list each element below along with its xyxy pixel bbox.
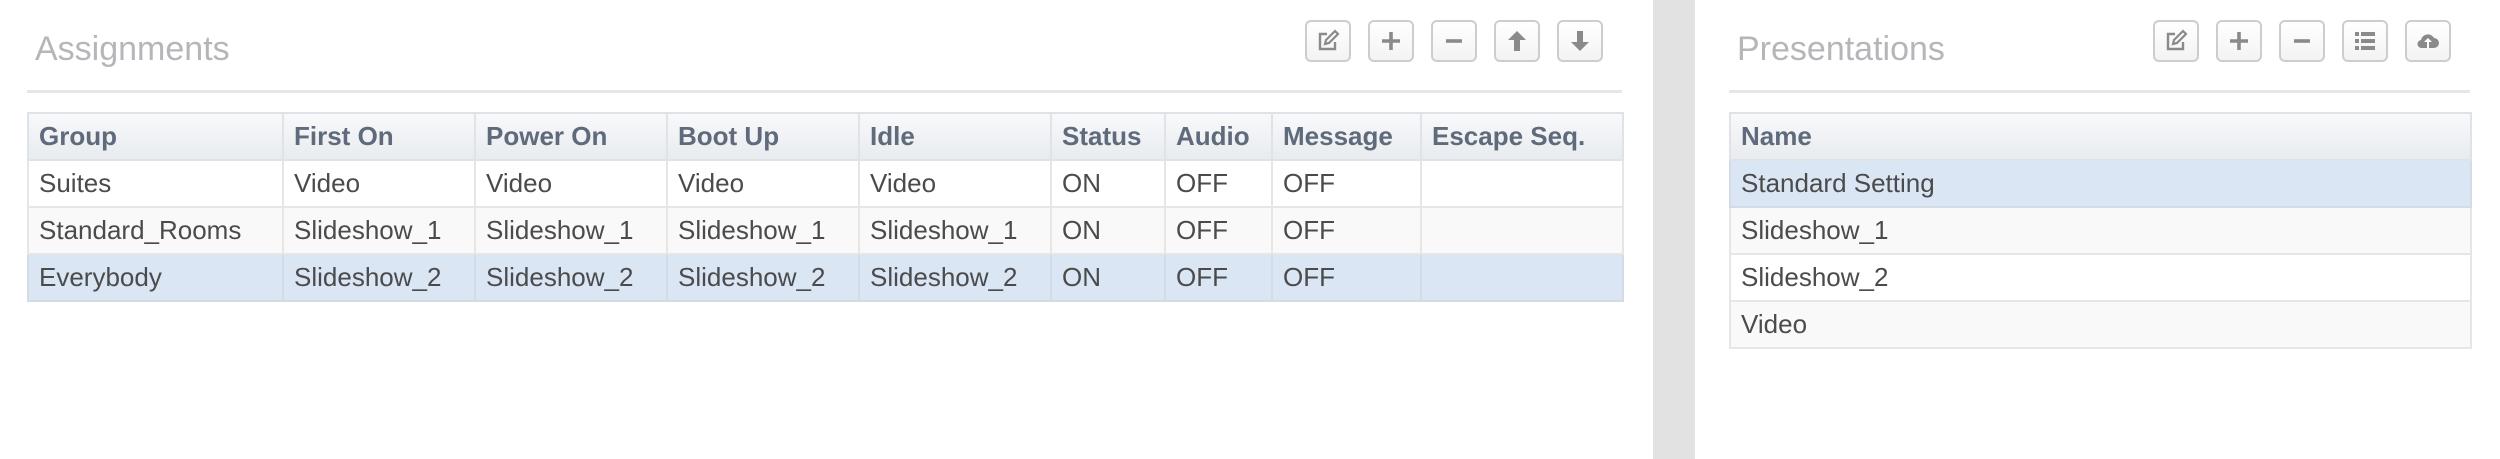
table-cell: Video xyxy=(858,159,1052,208)
plus-icon xyxy=(2230,32,2248,50)
table-cell: OFF xyxy=(1271,206,1422,255)
column-header-name[interactable]: Name xyxy=(1729,112,2472,161)
assignments-panel: Assignments Group First On Power On Boot… xyxy=(27,0,1624,302)
app-root: Assignments Group First On Power On Boot… xyxy=(0,0,2500,459)
table-cell: Standard_Rooms xyxy=(27,206,284,255)
column-header-status[interactable]: Status xyxy=(1050,112,1166,161)
cloud-upload-icon xyxy=(2417,34,2439,49)
assignments-title: Assignments xyxy=(35,30,230,68)
table-cell: Video xyxy=(1729,300,2472,349)
minus-icon xyxy=(1446,39,1462,43)
edit-icon xyxy=(2166,29,2188,51)
table-cell: Slideshow_1 xyxy=(474,206,668,255)
presentations-add-button[interactable] xyxy=(2216,20,2262,62)
presentations-list-button[interactable] xyxy=(2342,20,2388,62)
table-cell xyxy=(1420,206,1624,255)
assignments-remove-button[interactable] xyxy=(1431,20,1477,62)
presentations-header-row: Name xyxy=(1729,112,2472,161)
table-cell: OFF xyxy=(1164,253,1273,302)
column-header-audio[interactable]: Audio xyxy=(1164,112,1273,161)
table-cell: ON xyxy=(1050,253,1166,302)
presentations-edit-button[interactable] xyxy=(2153,20,2199,62)
assignments-header: Assignments xyxy=(27,0,1622,93)
table-cell: OFF xyxy=(1164,159,1273,208)
table-row[interactable]: Suites Video Video Video Video ON OFF OF… xyxy=(27,159,1624,208)
list-icon xyxy=(2355,32,2375,50)
table-cell: Slideshow_1 xyxy=(666,206,860,255)
table-cell: Slideshow_2 xyxy=(858,253,1052,302)
table-cell xyxy=(1420,159,1624,208)
table-cell: Video xyxy=(282,159,476,208)
table-cell: Slideshow_1 xyxy=(1729,206,2472,255)
list-item[interactable]: Slideshow_2 xyxy=(1729,253,2472,302)
assignments-add-button[interactable] xyxy=(1368,20,1414,62)
column-header-message[interactable]: Message xyxy=(1271,112,1422,161)
table-cell: Slideshow_1 xyxy=(282,206,476,255)
presentations-table: Name Standard Setting Slideshow_1 Slides… xyxy=(1729,112,2472,349)
presentations-remove-button[interactable] xyxy=(2279,20,2325,62)
table-cell xyxy=(1420,253,1624,302)
column-header-power-on[interactable]: Power On xyxy=(474,112,668,161)
list-item[interactable]: Video xyxy=(1729,300,2472,349)
table-cell: OFF xyxy=(1271,159,1422,208)
column-header-boot-up[interactable]: Boot Up xyxy=(666,112,860,161)
edit-icon xyxy=(1318,29,1340,51)
table-cell: OFF xyxy=(1271,253,1422,302)
table-row[interactable]: Standard_Rooms Slideshow_1 Slideshow_1 S… xyxy=(27,206,1624,255)
table-cell: Slideshow_2 xyxy=(474,253,668,302)
presentations-toolbar xyxy=(2153,20,2451,62)
table-cell: Video xyxy=(474,159,668,208)
arrow-down-icon xyxy=(1571,31,1589,51)
presentations-panel: Presentations Name Standard Setting Slid… xyxy=(1729,0,2472,349)
table-cell: ON xyxy=(1050,159,1166,208)
table-cell: Slideshow_2 xyxy=(282,253,476,302)
assignments-table: Group First On Power On Boot Up Idle Sta… xyxy=(27,112,1624,302)
panel-divider[interactable] xyxy=(1653,0,1695,459)
column-header-first-on[interactable]: First On xyxy=(282,112,476,161)
table-cell: OFF xyxy=(1164,206,1273,255)
presentations-upload-button[interactable] xyxy=(2405,20,2451,62)
list-item[interactable]: Slideshow_1 xyxy=(1729,206,2472,255)
plus-icon xyxy=(1382,32,1400,50)
table-row-selected[interactable]: Everybody Slideshow_2 Slideshow_2 Slides… xyxy=(27,253,1624,302)
assignments-move-up-button[interactable] xyxy=(1494,20,1540,62)
list-item-selected[interactable]: Standard Setting xyxy=(1729,159,2472,208)
table-cell: Slideshow_1 xyxy=(858,206,1052,255)
assignments-edit-button[interactable] xyxy=(1305,20,1351,62)
table-cell: Suites xyxy=(27,159,284,208)
column-header-idle[interactable]: Idle xyxy=(858,112,1052,161)
table-cell: Slideshow_2 xyxy=(1729,253,2472,302)
column-header-group[interactable]: Group xyxy=(27,112,284,161)
table-cell: Everybody xyxy=(27,253,284,302)
table-cell: Standard Setting xyxy=(1729,159,2472,208)
presentations-header: Presentations xyxy=(1729,0,2470,93)
table-cell: ON xyxy=(1050,206,1166,255)
minus-icon xyxy=(2294,39,2310,43)
arrow-up-icon xyxy=(1508,31,1526,51)
table-cell: Video xyxy=(666,159,860,208)
presentations-title: Presentations xyxy=(1737,30,1945,68)
assignments-header-row: Group First On Power On Boot Up Idle Sta… xyxy=(27,112,1624,161)
column-header-escape-seq[interactable]: Escape Seq. xyxy=(1420,112,1624,161)
assignments-move-down-button[interactable] xyxy=(1557,20,1603,62)
assignments-toolbar xyxy=(1305,20,1603,62)
table-cell: Slideshow_2 xyxy=(666,253,860,302)
